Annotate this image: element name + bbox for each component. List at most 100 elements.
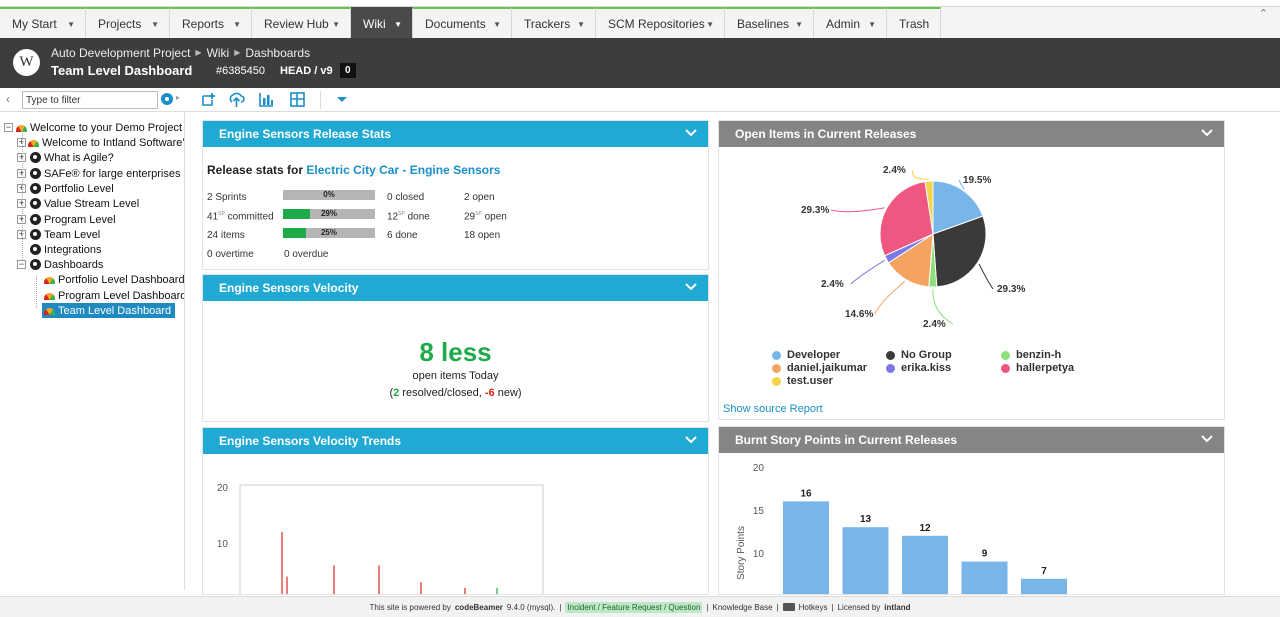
tree-expander-icon[interactable]: −	[17, 260, 26, 269]
tab-dropdown-icon[interactable]: ▼	[868, 20, 876, 29]
tab-projects[interactable]: Projects ▼	[86, 7, 170, 39]
legend-item[interactable]: test.user	[772, 375, 833, 387]
y-tick-label: 20	[753, 463, 765, 474]
tab-dropdown-icon[interactable]: ▼	[67, 20, 75, 29]
tree-node[interactable]: Portfolio Level	[30, 181, 114, 196]
chevron-down-icon[interactable]	[684, 433, 698, 447]
tab-baselines[interactable]: Baselines ▼	[725, 7, 814, 39]
breadcrumb-dashboards[interactable]: Dashboards	[245, 46, 310, 60]
legend-item[interactable]: Developer	[772, 349, 840, 361]
chevron-down-icon[interactable]	[684, 280, 698, 294]
tree-node[interactable]: Integrations	[30, 242, 101, 257]
collapse-tree-icon[interactable]: ‹	[6, 92, 10, 106]
wiki-tree: − Welcome to your Demo Project + Welcome to…	[0, 112, 185, 590]
pie-leader-line	[978, 263, 994, 290]
tab-scm-repositories[interactable]: SCM Repositories ▼	[596, 7, 725, 39]
bar-data-label: 12	[919, 523, 931, 534]
tree-node-label: Dashboards	[44, 258, 104, 271]
page-version[interactable]: HEAD / v9	[280, 65, 333, 77]
tree-node[interactable]: Welcome to your Demo Project	[16, 120, 182, 135]
filter-options-icon[interactable]	[161, 93, 173, 105]
open-items-panel: Open Items in Current Releases 19.5% 29.3…	[718, 120, 1225, 420]
breadcrumb-project[interactable]: Auto Development Project	[51, 46, 190, 60]
chart-icon[interactable]	[258, 91, 275, 108]
add-page-icon[interactable]	[200, 91, 217, 108]
tab-dropdown-icon[interactable]: ▼	[493, 20, 501, 29]
release-link[interactable]: Electric City Car - Engine Sensors	[306, 163, 500, 177]
tree-node[interactable]: Team Level	[30, 227, 100, 242]
legend-swatch	[886, 350, 895, 360]
page-id[interactable]: #6385450	[216, 65, 265, 77]
tab-dropdown-icon[interactable]: ▼	[332, 20, 340, 29]
chevron-down-icon[interactable]	[684, 126, 698, 140]
tab-dropdown-icon[interactable]: ▼	[233, 20, 241, 29]
bar	[783, 501, 829, 594]
legend-label: test.user	[787, 375, 833, 387]
tree-filter-input[interactable]	[22, 91, 158, 109]
tree-expander-icon[interactable]: −	[4, 123, 13, 132]
hotkeys-link[interactable]: Hotkeys	[799, 603, 828, 612]
tab-dropdown-icon[interactable]: ▼	[394, 20, 402, 29]
upload-icon[interactable]	[228, 91, 245, 108]
panel-header: Burnt Story Points in Current Releases	[719, 427, 1224, 453]
legend-item[interactable]: erika.kiss	[886, 362, 951, 374]
breadcrumb-separator-icon: ▶	[234, 48, 241, 57]
burnt-story-points-panel: Burnt Story Points in Current Releases 1…	[718, 426, 1225, 595]
tree-node[interactable]: Program Level	[30, 212, 116, 227]
page-icon	[30, 214, 41, 225]
tab-documents[interactable]: Documents ▼	[413, 7, 512, 39]
tree-guide-line	[36, 275, 37, 308]
legend-item[interactable]: hallerpetya	[1001, 362, 1074, 374]
tab-admin[interactable]: Admin ▼	[814, 7, 887, 39]
tab-trackers[interactable]: Trackers ▼	[512, 7, 596, 39]
layout-icon[interactable]	[289, 91, 306, 108]
tree-node-label: Value Stream Level	[44, 197, 140, 210]
tab-dropdown-icon[interactable]: ▼	[151, 20, 159, 29]
pie-data-label: 29.3%	[997, 284, 1025, 295]
page-title: Team Level Dashboard	[51, 63, 193, 78]
pie-data-label: 2.4%	[883, 165, 906, 176]
tree-node-label: Program Level Dashboard	[58, 289, 185, 302]
legend-item[interactable]: No Group	[886, 349, 952, 361]
tab-my-start[interactable]: My Start ▼	[0, 7, 86, 39]
tree-node[interactable]: SAFe® for large enterprises	[30, 166, 181, 181]
version-badge[interactable]: 0	[340, 63, 356, 78]
tree-node[interactable]: What is Agile?	[30, 150, 114, 165]
legend-item[interactable]: daniel.jaikumar	[772, 362, 867, 374]
tab-wiki[interactable]: Wiki ▼	[351, 7, 413, 39]
tab-label: Review Hub	[264, 17, 329, 31]
dashboard-icon	[28, 140, 39, 147]
incident-request-link[interactable]: Incident / Feature Request / Question	[565, 601, 703, 613]
sprints-closed: 0 closed	[387, 192, 425, 203]
tab-dropdown-icon[interactable]: ▼	[706, 20, 714, 29]
wiki-logo-icon: W	[13, 49, 40, 76]
tab-review-hub[interactable]: Review Hub ▼	[252, 7, 351, 39]
chevron-down-icon[interactable]	[1200, 126, 1214, 140]
tab-dropdown-icon[interactable]: ▼	[795, 20, 803, 29]
intland-link[interactable]: intland	[884, 603, 910, 612]
tab-reports[interactable]: Reports ▼	[170, 7, 252, 39]
filter-options-arrow-icon[interactable]: ▸	[176, 93, 180, 102]
footer-brand-link[interactable]: codeBeamer	[455, 603, 503, 612]
tree-node[interactable]: Welcome to Intland Software's	[28, 135, 184, 150]
collapse-header-icon[interactable]: ⌃	[1259, 7, 1268, 20]
overdue-count: 0 overdue	[284, 249, 329, 260]
tree-node[interactable]: Portfolio Level Dashboard	[44, 272, 184, 287]
pie-data-label: 2.4%	[923, 319, 946, 330]
tab-label: Baselines	[737, 17, 790, 31]
tree-node[interactable]: Team Level Dashboard	[42, 303, 176, 318]
show-source-report-link[interactable]: Show source Report	[723, 403, 823, 415]
legend-item[interactable]: benzin-h	[1001, 349, 1061, 361]
breadcrumb-wiki[interactable]: Wiki	[207, 46, 230, 60]
tab-dropdown-icon[interactable]: ▼	[577, 20, 585, 29]
more-dropdown-icon[interactable]	[335, 91, 349, 108]
tree-node[interactable]: Value Stream Level	[30, 196, 139, 211]
tree-node[interactable]: Program Level Dashboard	[44, 288, 185, 303]
page-icon	[30, 198, 41, 209]
tree-node[interactable]: Dashboards	[30, 257, 103, 272]
chevron-down-icon[interactable]	[1200, 432, 1214, 446]
tab-trash[interactable]: Trash	[887, 7, 941, 39]
velocity-breakdown: (2 resolved/closed, -6 new)	[389, 387, 522, 399]
knowledge-base-link[interactable]: Knowledge Base	[712, 603, 772, 612]
tree-node-label: Portfolio Level	[44, 182, 114, 195]
